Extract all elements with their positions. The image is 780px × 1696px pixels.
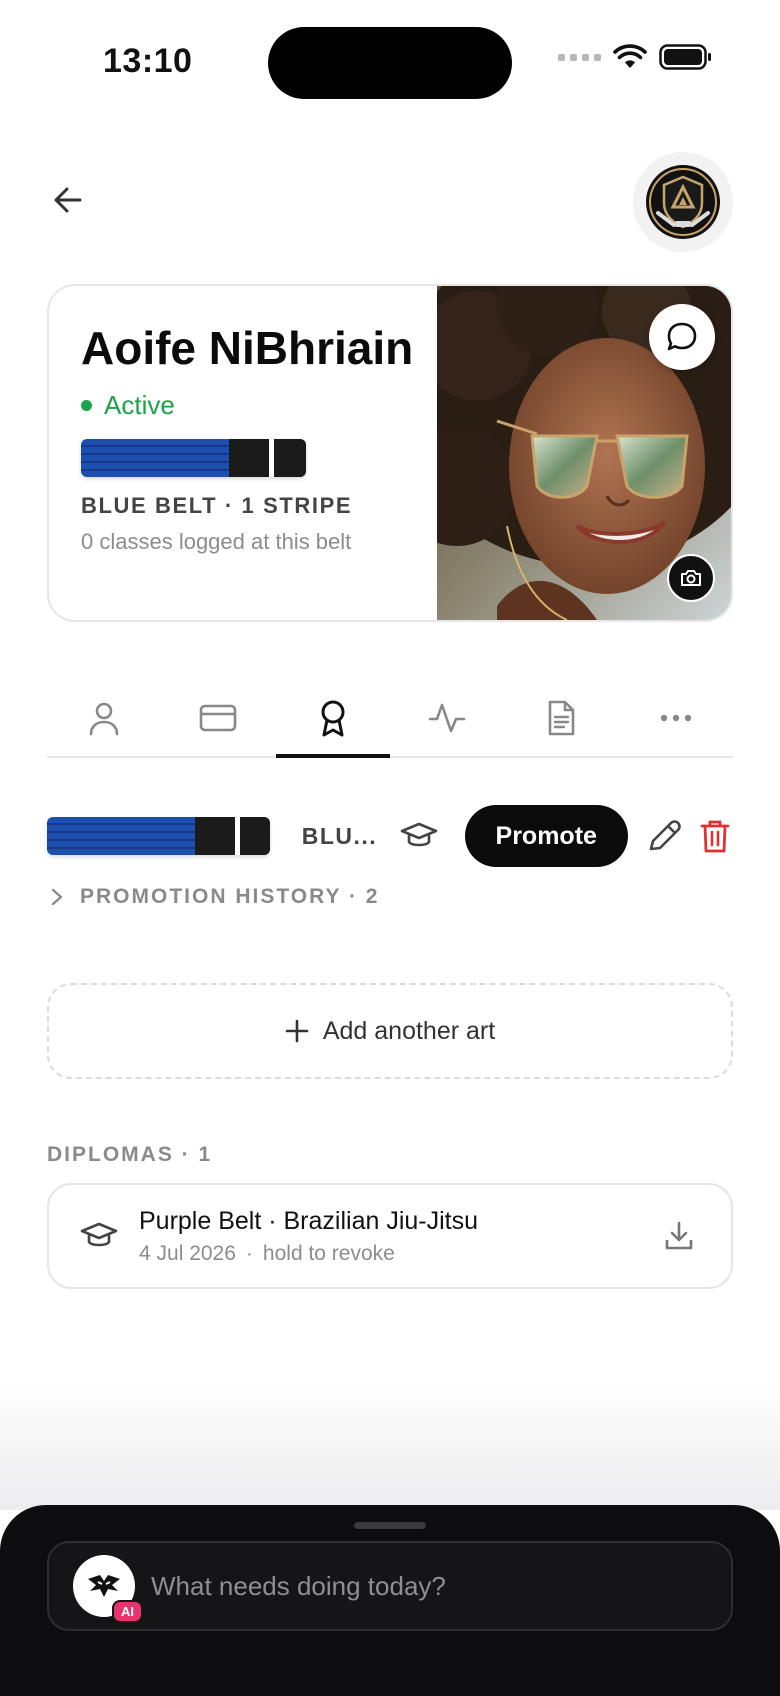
promotion-history-toggle[interactable]: PROMOTION HISTORY · 2: [50, 885, 379, 909]
art-belt-graphic: [47, 817, 270, 855]
status-dot: [81, 400, 92, 411]
diploma-meta: 4 Jul 2026 · hold to revoke: [139, 1242, 657, 1266]
belt-stripe: [235, 817, 240, 855]
graduation-cap-icon: [77, 1214, 121, 1258]
belt-graphic: [81, 439, 306, 477]
graduation-cap-icon: [400, 822, 438, 847]
diploma-text: Purple Belt · Brazilian Jiu-Jitsu 4 Jul …: [139, 1207, 657, 1266]
status-label: Active: [104, 390, 175, 420]
belt-rank-label: BLUE BELT · 1 STRIPE: [81, 493, 353, 518]
trash-icon: [700, 820, 730, 853]
message-button[interactable]: [649, 304, 715, 370]
arrow-left-icon: [54, 187, 82, 213]
plus-icon: [285, 1019, 309, 1043]
tab-more[interactable]: [619, 680, 733, 756]
change-photo-button[interactable]: [667, 554, 715, 602]
ai-assistant-sheet: AI What needs doing today?: [0, 1505, 780, 1696]
add-art-label: Add another art: [322, 1016, 496, 1045]
diploma-date: 4 Jul 2026: [139, 1241, 236, 1265]
club-logo[interactable]: [633, 152, 733, 252]
back-button[interactable]: [40, 172, 96, 228]
profile-info: Aoife NiBhriain Active BLUE BELT · 1 STR…: [81, 320, 441, 555]
dynamic-island: [268, 27, 512, 99]
sheet-handle[interactable]: [354, 1522, 426, 1529]
diploma-button[interactable]: [397, 814, 441, 858]
ai-prompt-input[interactable]: AI What needs doing today?: [47, 1541, 733, 1631]
activity-icon: [428, 703, 466, 733]
ai-avatar: AI: [73, 1555, 143, 1623]
diplomas-heading: DIPLOMAS · 1: [47, 1143, 213, 1166]
chat-bubble-icon: [667, 322, 697, 351]
diploma-hint: hold to revoke: [262, 1241, 395, 1265]
battery-icon: [659, 44, 711, 70]
status-indicators: [558, 44, 713, 70]
belt-rank-bar: [229, 439, 306, 477]
status-time: 13:10: [103, 42, 193, 80]
classes-note: 0 classes logged at this belt: [81, 529, 352, 554]
card-icon: [200, 704, 237, 732]
status-row: Active: [81, 390, 441, 421]
app-logo-icon: [88, 1575, 120, 1597]
member-photo: [437, 286, 731, 620]
promotion-history-label: PROMOTION HISTORY · 2: [80, 885, 380, 908]
camera-icon: [681, 570, 701, 586]
download-icon: [665, 1221, 693, 1250]
add-art-button[interactable]: Add another art: [47, 983, 733, 1079]
download-button[interactable]: [657, 1214, 701, 1258]
tab-ranks[interactable]: [275, 680, 391, 758]
tab-profile[interactable]: [47, 680, 161, 756]
delete-button[interactable]: [693, 814, 737, 858]
cellular-signal-icon: [558, 53, 601, 61]
award-icon: [321, 700, 345, 737]
belt-stripe: [269, 439, 274, 477]
edit-button[interactable]: [642, 814, 686, 858]
wifi-icon: [613, 44, 647, 68]
ai-prompt-placeholder: What needs doing today?: [151, 1570, 446, 1601]
club-shield-logo: [646, 165, 720, 239]
bottom-fade: [0, 1380, 780, 1510]
profile-card: Aoife NiBhriain Active BLUE BELT · 1 STR…: [47, 284, 733, 622]
document-icon: [549, 700, 575, 736]
belt-rank-bar: [195, 817, 270, 855]
tab-billing[interactable]: [161, 680, 275, 756]
diploma-item[interactable]: Purple Belt · Brazilian Jiu-Jitsu 4 Jul …: [47, 1183, 733, 1289]
tab-activity[interactable]: [390, 680, 504, 756]
chevron-right-icon: [51, 888, 63, 906]
meta-separator: ·: [245, 1241, 253, 1265]
profile-tabs: [47, 680, 733, 758]
martial-art-row: BLU... Promote: [47, 804, 737, 868]
member-name: Aoife NiBhriain: [81, 322, 414, 374]
tab-documents[interactable]: [504, 680, 618, 756]
promote-button[interactable]: Promote: [464, 805, 628, 867]
pencil-icon: [649, 820, 681, 851]
more-icon: [660, 714, 691, 722]
art-name: BLU...: [301, 822, 375, 849]
diploma-title: Purple Belt · Brazilian Jiu-Jitsu: [139, 1206, 479, 1235]
person-icon: [89, 702, 119, 736]
ai-badge: AI: [112, 1600, 143, 1623]
